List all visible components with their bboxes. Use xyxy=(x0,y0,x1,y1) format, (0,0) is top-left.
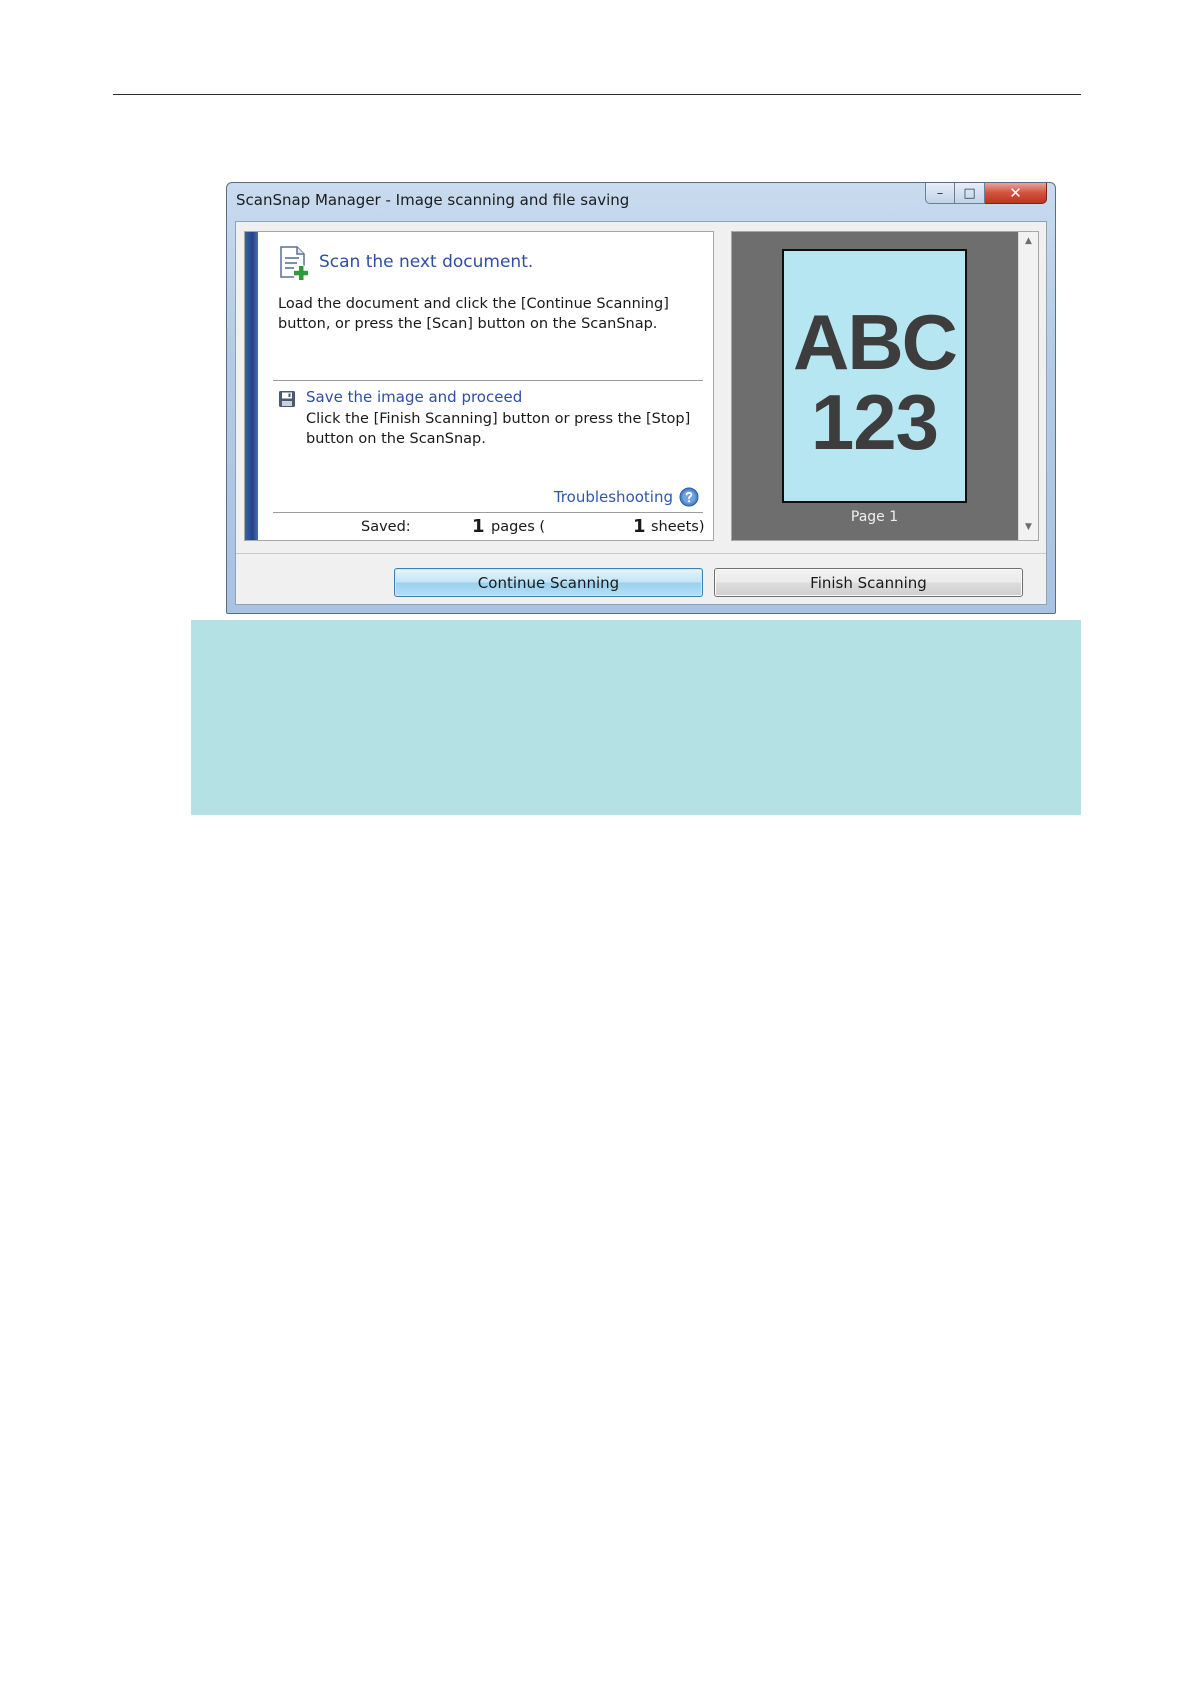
troubleshooting-row: Troubleshooting xyxy=(554,487,699,507)
maximize-button[interactable]: □ xyxy=(955,183,985,204)
scroll-up-arrow-icon[interactable]: ▲ xyxy=(1019,236,1038,250)
saved-label: Saved: xyxy=(361,519,411,535)
saved-sheets-label: sheets) xyxy=(651,519,705,535)
close-icon: ✕ xyxy=(1009,184,1022,202)
section-divider xyxy=(273,380,703,381)
preview-scrollbar[interactable]: ▲ ▼ xyxy=(1018,232,1038,540)
message-stripe xyxy=(245,232,258,540)
note-box xyxy=(191,620,1081,815)
page-thumbnail[interactable]: ABC 123 xyxy=(782,249,967,503)
save-proceed-instructions: Click the [Finish Scanning] button or pr… xyxy=(306,411,691,447)
minimize-icon: – xyxy=(936,185,944,201)
finish-scanning-button[interactable]: Finish Scanning xyxy=(714,568,1023,597)
preview-area[interactable]: ABC 123 Page 1 xyxy=(732,232,1019,540)
troubleshooting-link[interactable]: Troubleshooting xyxy=(554,488,673,506)
scan-next-document-icon xyxy=(280,246,309,281)
maximize-icon: □ xyxy=(963,185,976,201)
window-title: ScanSnap Manager - Image scanning and fi… xyxy=(236,191,630,209)
floppy-disk-icon xyxy=(279,391,295,407)
status-divider xyxy=(273,512,703,513)
thumbnail-text-line1: ABC xyxy=(793,298,958,386)
continue-scanning-button[interactable]: Continue Scanning xyxy=(394,568,703,597)
thumbnail-text-line2: 123 xyxy=(810,378,939,466)
minimize-button[interactable]: – xyxy=(925,183,955,204)
saved-pages-label: pages ( xyxy=(491,519,546,535)
saved-sheets-count: 1 xyxy=(633,516,646,537)
button-bar-separator xyxy=(236,553,1046,554)
preview-panel: ABC 123 Page 1 ▲ ▼ xyxy=(731,231,1039,541)
message-panel: Scan the next document. Load the documen… xyxy=(244,231,714,541)
close-button[interactable]: ✕ xyxy=(985,183,1047,204)
help-icon[interactable] xyxy=(679,487,699,507)
thumbnail-page-label: Page 1 xyxy=(850,509,899,525)
saved-pages-count: 1 xyxy=(472,516,485,537)
saved-status: Saved: 1 pages ( 1 sheets) xyxy=(273,516,705,540)
dialog-client-area: Scan the next document. Load the documen… xyxy=(235,221,1047,605)
scroll-down-arrow-icon[interactable]: ▼ xyxy=(1019,522,1038,536)
caption-buttons: – □ ✕ xyxy=(925,183,1047,205)
save-proceed-title: Save the image and proceed xyxy=(306,388,523,406)
page-top-rule xyxy=(113,94,1081,95)
scansnap-dialog: ScanSnap Manager - Image scanning and fi… xyxy=(226,182,1056,614)
scan-next-instructions: Load the document and click the [Continu… xyxy=(278,296,669,332)
scan-next-title: Scan the next document. xyxy=(319,252,534,272)
